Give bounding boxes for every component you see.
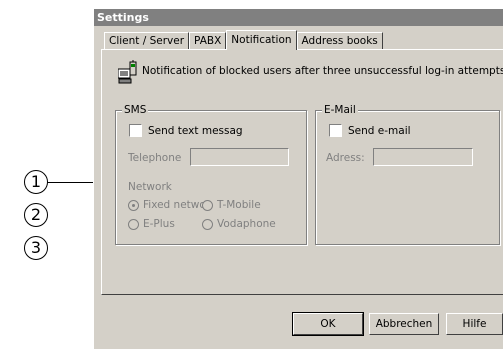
radio-t-mobile-dot[interactable] [202,199,213,211]
send-sms-label: Send text messag [148,124,243,137]
radio-vodaphone[interactable]: Vodaphone [202,218,276,230]
radio-t-mobile-label: T-Mobile [217,199,261,211]
tab-client-server[interactable]: Client / Server [104,32,190,50]
radio-fixed-network-dot[interactable] [128,199,139,211]
radio-t-mobile[interactable]: T-Mobile [202,199,261,211]
callout-1: 1 [24,170,48,194]
send-email-checkbox-box[interactable] [329,124,342,137]
send-sms-checkbox[interactable]: Send text messag [129,124,243,137]
send-email-checkbox[interactable]: Send e-mail [329,124,411,137]
notification-info-text: Notification of blocked users after thre… [142,65,503,77]
network-label: Network [128,181,172,193]
callout-3: 3 [24,236,48,260]
radio-e-plus[interactable]: E-Plus [128,218,175,230]
tab-strip: Client / Server PABX Notification Addres… [104,30,383,50]
telephone-label: Telephone [128,152,182,164]
radio-e-plus-label: E-Plus [143,218,175,230]
phone-computer-icon [118,60,137,84]
tab-pabx[interactable]: PABX [189,32,227,50]
callout-1-leader [47,182,93,183]
radio-vodaphone-label: Vodaphone [217,218,276,230]
address-label: Adress: [326,152,365,164]
ok-button[interactable]: OK [292,312,364,336]
radio-fixed-network-label: Fixed netwo [143,199,206,211]
tab-address-books[interactable]: Address books [296,32,383,50]
radio-vodaphone-dot[interactable] [202,218,213,230]
window-title: Settings [94,9,503,26]
radio-e-plus-dot[interactable] [128,218,139,230]
cancel-button[interactable]: Abbrechen [369,313,439,335]
email-group-label: E-Mail [322,104,358,116]
send-sms-checkbox-box[interactable] [129,124,142,137]
radio-fixed-network[interactable]: Fixed netwo [128,199,206,211]
callout-2: 2 [24,203,48,227]
send-email-label: Send e-mail [348,124,411,137]
address-input[interactable] [373,148,473,166]
tab-notification[interactable]: Notification [226,30,297,50]
sms-group-label: SMS [122,104,149,116]
telephone-input[interactable] [190,148,289,166]
help-button[interactable]: Hilfe [446,313,503,335]
